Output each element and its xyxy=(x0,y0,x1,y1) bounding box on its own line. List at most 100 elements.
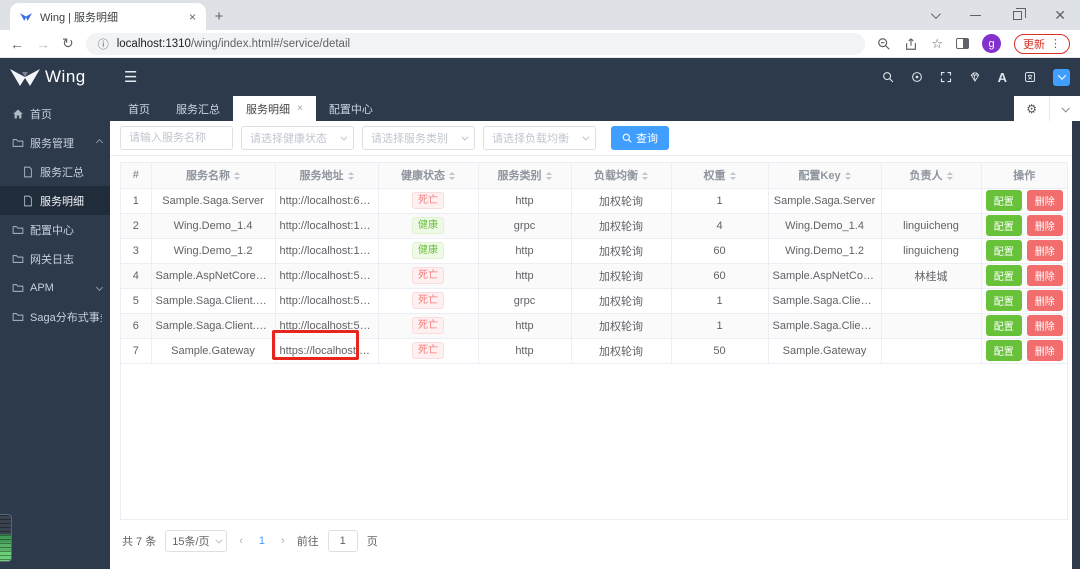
chevron-down-icon xyxy=(461,133,469,141)
sort-caret-icon[interactable] xyxy=(729,172,736,181)
load-balance-select[interactable]: 请选择负载均衡 xyxy=(483,126,596,150)
sort-caret-icon[interactable] xyxy=(449,172,455,181)
column-header-健康状态[interactable]: 健康状态 xyxy=(378,163,479,189)
table-row-3: 3 Wing.Demo_1.2 http://localhost:1210 健康 htt… xyxy=(121,238,1067,264)
page-tab-服务明细[interactable]: 服务明细 × xyxy=(233,96,316,121)
service-category-select[interactable]: 请选择服务类别 xyxy=(362,126,475,150)
sort-caret-icon[interactable] xyxy=(844,172,851,181)
search-icon[interactable] xyxy=(882,71,894,83)
sidebar-item-服务明细[interactable]: 服务明细 xyxy=(0,186,110,215)
sort-caret-icon[interactable] xyxy=(347,172,354,181)
delete-button[interactable]: 删除 xyxy=(1026,240,1063,261)
config-button[interactable]: 配置 xyxy=(985,340,1022,361)
gear-icon[interactable]: ⚙ xyxy=(1014,96,1049,121)
delete-button[interactable]: 删除 xyxy=(1026,190,1063,211)
column-header-服务类别[interactable]: 服务类别 xyxy=(478,163,572,189)
zoom-out-icon[interactable] xyxy=(877,37,891,51)
profile-avatar[interactable]: g xyxy=(982,34,1001,53)
forward-button[interactable]: → xyxy=(36,36,50,52)
cell-service-address: http://localhost:5009 xyxy=(275,263,379,289)
chrome-update-button[interactable]: 更新 ⋮ xyxy=(1014,33,1070,54)
search-button[interactable]: 查询 xyxy=(611,126,669,150)
column-header-配置Key[interactable]: 配置Key xyxy=(768,163,882,189)
config-button[interactable]: 配置 xyxy=(985,215,1022,236)
sort-caret-icon[interactable] xyxy=(946,172,953,181)
total-count: 共 7 条 xyxy=(122,536,157,548)
sidebar-item-Saga分布式事务[interactable]: Saga分布式事务 xyxy=(0,302,110,331)
share-icon[interactable] xyxy=(904,37,918,51)
font-size-icon[interactable]: A xyxy=(998,70,1007,85)
health-status-select[interactable]: 请选择健康状态 xyxy=(241,126,354,150)
goto-page-input[interactable] xyxy=(327,530,358,552)
target-icon[interactable] xyxy=(911,71,923,83)
tab-close-icon[interactable]: × xyxy=(189,10,196,24)
goto-label: 前往 xyxy=(296,536,319,548)
sort-caret-icon[interactable] xyxy=(642,172,648,181)
sort-caret-icon[interactable] xyxy=(234,172,240,181)
sidebar-item-APM[interactable]: APM xyxy=(0,273,110,302)
config-button[interactable]: 配置 xyxy=(985,265,1022,286)
side-panel-icon[interactable] xyxy=(956,38,969,49)
column-header-服务名称[interactable]: 服务名称 xyxy=(151,163,276,189)
chevron-down-icon[interactable] xyxy=(1049,96,1080,121)
delete-button[interactable]: 删除 xyxy=(1026,315,1063,336)
prev-page-button[interactable]: ‹ xyxy=(236,535,246,547)
window-close-button[interactable]: ✕ xyxy=(1054,7,1066,24)
filter-bar: 请选择健康状态 请选择服务类别 请选择负载均衡 查询 xyxy=(110,121,1080,156)
file-icon xyxy=(22,195,34,207)
kebab-menu-icon[interactable]: ⋮ xyxy=(1050,37,1061,50)
sidebar-item-首页[interactable]: 首页 xyxy=(0,99,110,128)
back-button[interactable]: ← xyxy=(10,36,24,52)
app-header: Wing ☰ A xyxy=(0,58,1080,96)
gem-icon[interactable] xyxy=(969,71,981,83)
delete-button[interactable]: 删除 xyxy=(1026,340,1063,361)
browser-tab[interactable]: Wing | 服务明细 × xyxy=(10,3,206,30)
sidebar-item-配置中心[interactable]: 配置中心 xyxy=(0,215,110,244)
app-logo: Wing xyxy=(0,67,110,87)
delete-button[interactable]: 删除 xyxy=(1026,290,1063,311)
sort-caret-icon[interactable] xyxy=(545,172,552,181)
current-page[interactable]: 1 xyxy=(255,535,269,547)
address-bar[interactable]: ⓘ localhost:1310/wing/index.html#/servic… xyxy=(85,32,866,55)
page-tab-配置中心[interactable]: 配置中心 xyxy=(316,96,386,121)
sidebar-item-网关日志[interactable]: 网关日志 xyxy=(0,244,110,273)
column-header-服务地址[interactable]: 服务地址 xyxy=(275,163,379,189)
config-button[interactable]: 配置 xyxy=(985,240,1022,261)
delete-button[interactable]: 删除 xyxy=(1026,215,1063,236)
sidebar-item-服务汇总[interactable]: 服务汇总 xyxy=(0,157,110,186)
service-name-input[interactable] xyxy=(120,126,233,150)
column-header-负载均衡[interactable]: 负载均衡 xyxy=(571,163,672,189)
folder-icon xyxy=(12,224,24,236)
new-tab-button[interactable]: + xyxy=(206,3,232,29)
cell-weight: 60 xyxy=(671,263,769,289)
table-row-4: 4 Sample.AspNetCoreSe... http://localhost:… xyxy=(121,263,1067,289)
cell-service-address: http://localhost:1210 xyxy=(275,238,379,264)
tab-options-button[interactable]: ⚙ xyxy=(1014,96,1080,121)
tab-close-icon[interactable]: × xyxy=(297,103,303,114)
site-info-icon[interactable]: ⓘ xyxy=(98,36,109,52)
hamburger-menu-icon[interactable]: ☰ xyxy=(110,68,137,86)
config-button[interactable]: 配置 xyxy=(985,290,1022,311)
column-header-负责人[interactable]: 负责人 xyxy=(881,163,982,189)
window-restore-button[interactable] xyxy=(1013,7,1027,20)
page-tab-首页[interactable]: 首页 xyxy=(115,96,163,121)
bookmark-star-icon[interactable]: ☆ xyxy=(931,36,943,52)
cell-config-key: Wing.Demo_1.2 xyxy=(768,238,882,264)
next-page-button[interactable]: › xyxy=(278,535,288,547)
i18n-icon[interactable] xyxy=(1024,71,1036,83)
user-avatar-dropdown[interactable] xyxy=(1053,68,1070,86)
column-header-权重[interactable]: 权重 xyxy=(671,163,769,189)
tab-search-icon[interactable] xyxy=(931,8,942,19)
config-button[interactable]: 配置 xyxy=(985,315,1022,336)
page-tab-服务汇总[interactable]: 服务汇总 xyxy=(163,96,233,121)
reload-button[interactable]: ↻ xyxy=(62,35,74,52)
cell-owner: 林桂城 xyxy=(881,263,982,289)
fullscreen-icon[interactable] xyxy=(940,71,952,83)
delete-button[interactable]: 删除 xyxy=(1026,265,1063,286)
cell-load-balance: 加权轮询 xyxy=(571,288,672,314)
equalizer-widget xyxy=(0,514,12,562)
config-button[interactable]: 配置 xyxy=(985,190,1022,211)
sidebar-item-服务管理[interactable]: 服务管理 xyxy=(0,128,110,157)
window-minimize-button[interactable] xyxy=(970,14,982,16)
page-size-select[interactable]: 15条/页 xyxy=(165,530,228,552)
